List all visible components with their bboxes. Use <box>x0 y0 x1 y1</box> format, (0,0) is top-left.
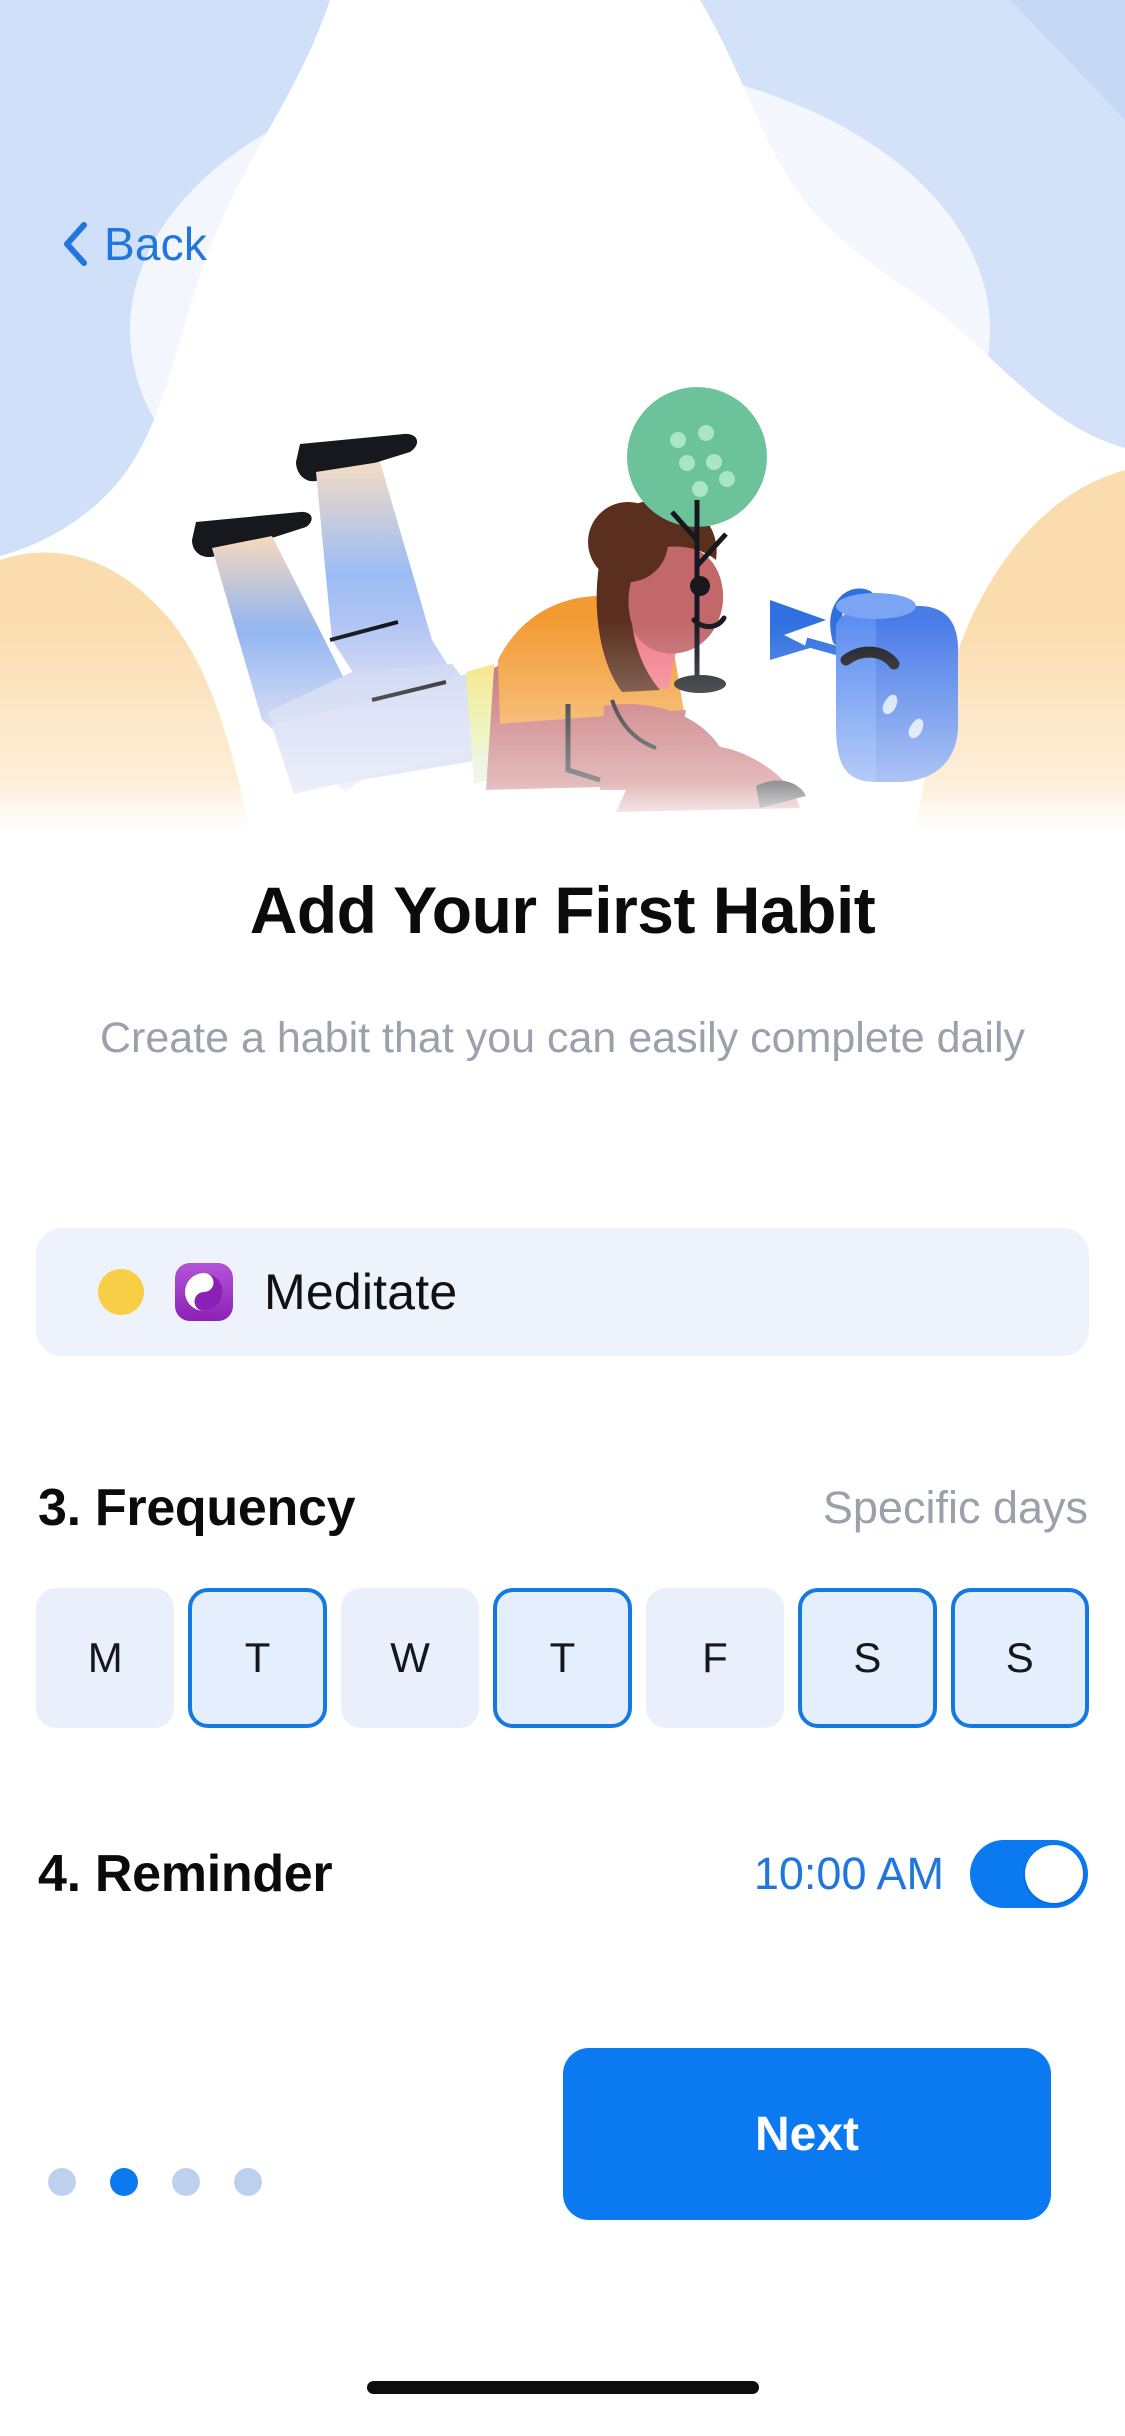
day-selector: MTWTFSS <box>36 1588 1089 1728</box>
frequency-section-header: 3. Frequency Specific days <box>38 1478 1088 1538</box>
pagination-dot-0[interactable] <box>48 2168 76 2196</box>
pagination-dots <box>48 2168 262 2196</box>
toggle-knob <box>1025 1845 1083 1903</box>
reminder-title: 4. Reminder <box>38 1845 333 1903</box>
home-indicator <box>366 2381 759 2394</box>
reminder-controls: 10:00 AM <box>754 1840 1088 1908</box>
day-chip-3[interactable]: T <box>493 1588 632 1728</box>
yin-yang-icon[interactable] <box>174 1262 234 1322</box>
back-label: Back <box>104 218 208 270</box>
screen-root: Back Add Your First Habit Create a habit… <box>0 0 1125 2436</box>
hero-artwork <box>0 0 1125 830</box>
reminder-toggle[interactable] <box>970 1840 1088 1908</box>
page-title: Add Your First Habit <box>249 873 876 947</box>
back-button[interactable]: Back <box>52 215 217 273</box>
pagination-dot-1[interactable] <box>110 2168 138 2196</box>
chevron-left-icon <box>64 222 87 266</box>
day-chip-4[interactable]: F <box>645 1588 785 1728</box>
day-chip-1[interactable]: T <box>188 1588 327 1728</box>
day-chip-5[interactable]: S <box>798 1588 937 1728</box>
habit-color-dot[interactable] <box>98 1269 144 1315</box>
day-chip-0[interactable]: M <box>36 1588 175 1728</box>
habit-name-field[interactable]: Meditate <box>36 1228 1089 1356</box>
pagination-dot-3[interactable] <box>234 2168 262 2196</box>
page-subtitle: Create a habit that you can easily compl… <box>99 1014 1026 1062</box>
reminder-time-value[interactable]: 10:00 AM <box>754 1848 944 1900</box>
habit-name-value: Meditate <box>264 1264 458 1320</box>
frequency-title: 3. Frequency <box>38 1479 356 1537</box>
hero-illustration-area: Back <box>0 0 1125 830</box>
pagination-dot-2[interactable] <box>172 2168 200 2196</box>
day-chip-2[interactable]: W <box>340 1588 480 1728</box>
reminder-section-header: 4. Reminder 10:00 AM <box>38 1840 1088 1908</box>
next-button[interactable]: Next <box>563 2048 1051 2220</box>
frequency-mode-value[interactable]: Specific days <box>823 1482 1088 1534</box>
day-chip-6[interactable]: S <box>950 1588 1089 1728</box>
